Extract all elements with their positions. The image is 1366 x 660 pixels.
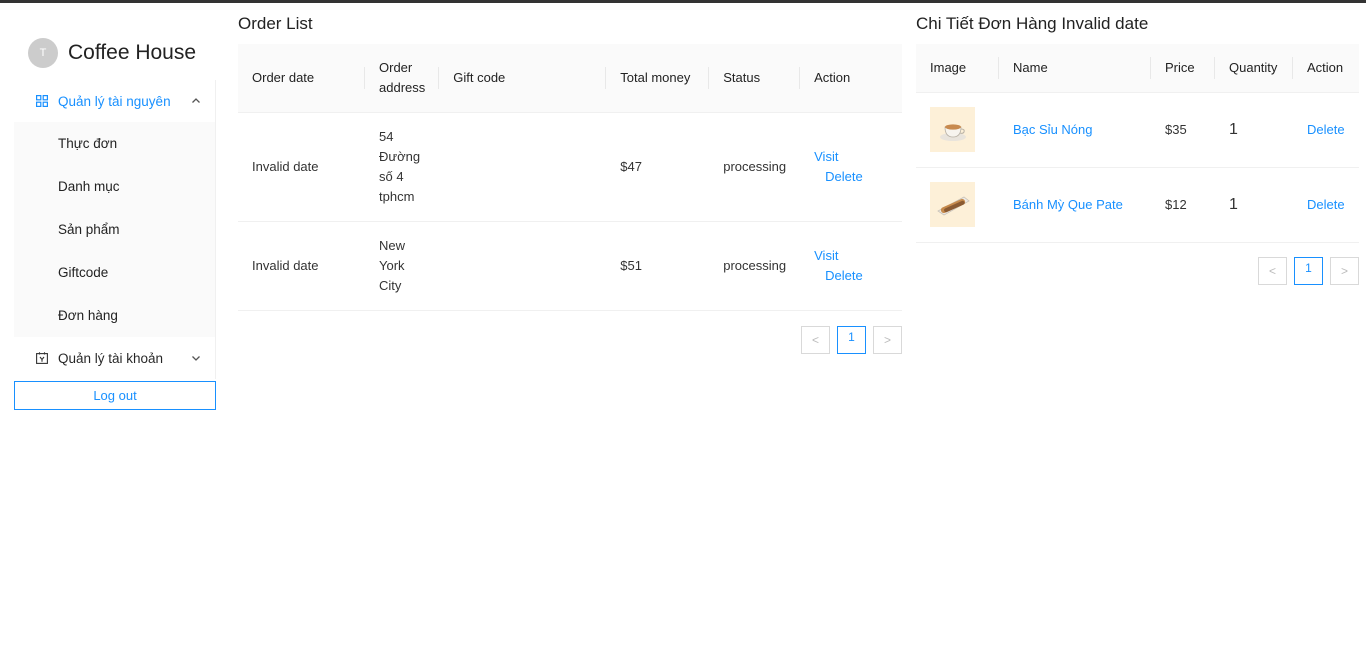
order-table-header: Order date Order address Gift code Total…: [238, 44, 902, 113]
order-table: Order date Order address Gift code Total…: [238, 44, 902, 311]
column-header-order-date: Order date: [238, 44, 365, 113]
window-top-border: [0, 0, 1366, 3]
column-header-detail-action: Action: [1293, 44, 1359, 93]
order-address-cell: New York City: [365, 221, 440, 311]
order-address-cell: 54 Đường số 4 tphcm: [365, 112, 440, 222]
contacts-icon: [36, 352, 48, 364]
detail-action-cell: Delete: [1293, 92, 1359, 168]
product-name-cell: Bạc Sỉu Nóng: [999, 92, 1151, 168]
table-row: Invalid date New York City $51 processin…: [238, 221, 902, 311]
detail-action-cell: Delete: [1293, 167, 1359, 243]
chevron-up-icon: [191, 96, 201, 106]
column-header-quantity: Quantity: [1215, 44, 1293, 93]
total-money-cell: $47: [606, 112, 710, 222]
order-list-title: Order List: [238, 14, 313, 33]
menu-item-menu[interactable]: Thực đơn: [14, 122, 215, 165]
logout-button[interactable]: Log out: [14, 381, 216, 410]
price-cell: $35: [1151, 92, 1215, 168]
image-cell: [916, 167, 999, 243]
baguette-image: [930, 182, 975, 227]
visit-link[interactable]: Visit: [814, 248, 838, 263]
delete-link[interactable]: Delete: [825, 268, 863, 283]
visit-link[interactable]: Visit: [814, 149, 838, 164]
quantity-cell: 1: [1215, 92, 1293, 168]
menu-item-products[interactable]: Sản phẩm: [14, 208, 215, 251]
total-money-cell: $51: [606, 221, 710, 311]
status-cell: processing: [709, 112, 801, 222]
order-date-cell: Invalid date: [238, 112, 365, 222]
order-date-cell: Invalid date: [238, 221, 365, 311]
next-page-button[interactable]: >: [873, 326, 902, 354]
image-cell: [916, 92, 999, 168]
coffee-cup-image: [930, 107, 975, 152]
submenu-accounts[interactable]: Quản lý tài khoản: [14, 337, 215, 379]
menu-item-giftcode[interactable]: Giftcode: [14, 251, 215, 294]
order-detail-header: Image Name Price Quantity Action: [916, 44, 1359, 93]
column-header-price: Price: [1151, 44, 1215, 93]
delete-link[interactable]: Delete: [825, 169, 863, 184]
gift-code-cell: [439, 221, 607, 311]
page-1-button[interactable]: 1: [837, 326, 866, 354]
table-row: Bạc Sỉu Nóng $35 1 Delete: [916, 92, 1359, 168]
menu-item-orders[interactable]: Đơn hàng: [14, 294, 215, 337]
order-detail-title: Chi Tiết Đơn Hàng Invalid date: [916, 14, 1149, 33]
prev-page-button[interactable]: <: [801, 326, 830, 354]
menu-item-categories[interactable]: Danh mục: [14, 165, 215, 208]
order-pagination: < 1 >: [801, 326, 902, 354]
next-page-button[interactable]: >: [1330, 257, 1359, 285]
delete-item-link[interactable]: Delete: [1307, 197, 1345, 212]
order-detail-table: Image Name Price Quantity Action Bạc Sỉu…: [916, 44, 1359, 243]
price-cell: $12: [1151, 167, 1215, 243]
sidebar-menu: Quản lý tài nguyên Thực đơn Danh mục Sản…: [14, 80, 216, 379]
gift-code-cell: [439, 112, 607, 222]
product-name-cell: Bánh Mỳ Que Pate: [999, 167, 1151, 243]
avatar[interactable]: T: [28, 38, 58, 68]
table-row: Bánh Mỳ Que Pate $12 1 Delete: [916, 167, 1359, 243]
brand: T Coffee House: [14, 26, 216, 80]
quantity-cell: 1: [1215, 167, 1293, 243]
submenu-resources-items: Thực đơn Danh mục Sản phẩm Giftcode Đơn …: [14, 122, 215, 337]
chevron-down-icon: [191, 353, 201, 363]
detail-pagination: < 1 >: [1258, 257, 1359, 285]
prev-page-button[interactable]: <: [1258, 257, 1287, 285]
page-1-button[interactable]: 1: [1294, 257, 1323, 285]
brand-title: Coffee House: [68, 41, 197, 64]
sidebar: T Coffee House Quản lý tài nguyên Thực đ…: [14, 26, 216, 410]
column-header-total-money: Total money: [606, 44, 710, 113]
column-header-gift-code: Gift code: [439, 44, 607, 113]
submenu-resources-label: Quản lý tài nguyên: [58, 93, 171, 109]
column-header-image: Image: [916, 44, 999, 93]
column-header-status: Status: [709, 44, 801, 113]
table-row: Invalid date 54 Đường số 4 tphcm $47 pro…: [238, 112, 902, 222]
action-cell: Visit Delete: [800, 112, 902, 222]
action-cell: Visit Delete: [800, 221, 902, 311]
submenu-accounts-label: Quản lý tài khoản: [58, 350, 164, 366]
column-header-name: Name: [999, 44, 1151, 93]
column-header-action: Action: [800, 44, 902, 113]
product-name-link[interactable]: Bạc Sỉu Nóng: [1013, 122, 1093, 137]
appstore-icon: [36, 95, 48, 107]
product-name-link[interactable]: Bánh Mỳ Que Pate: [1013, 197, 1123, 212]
column-header-order-address: Order address: [365, 44, 440, 113]
delete-item-link[interactable]: Delete: [1307, 122, 1345, 137]
submenu-resources[interactable]: Quản lý tài nguyên: [14, 80, 215, 122]
status-cell: processing: [709, 221, 801, 311]
